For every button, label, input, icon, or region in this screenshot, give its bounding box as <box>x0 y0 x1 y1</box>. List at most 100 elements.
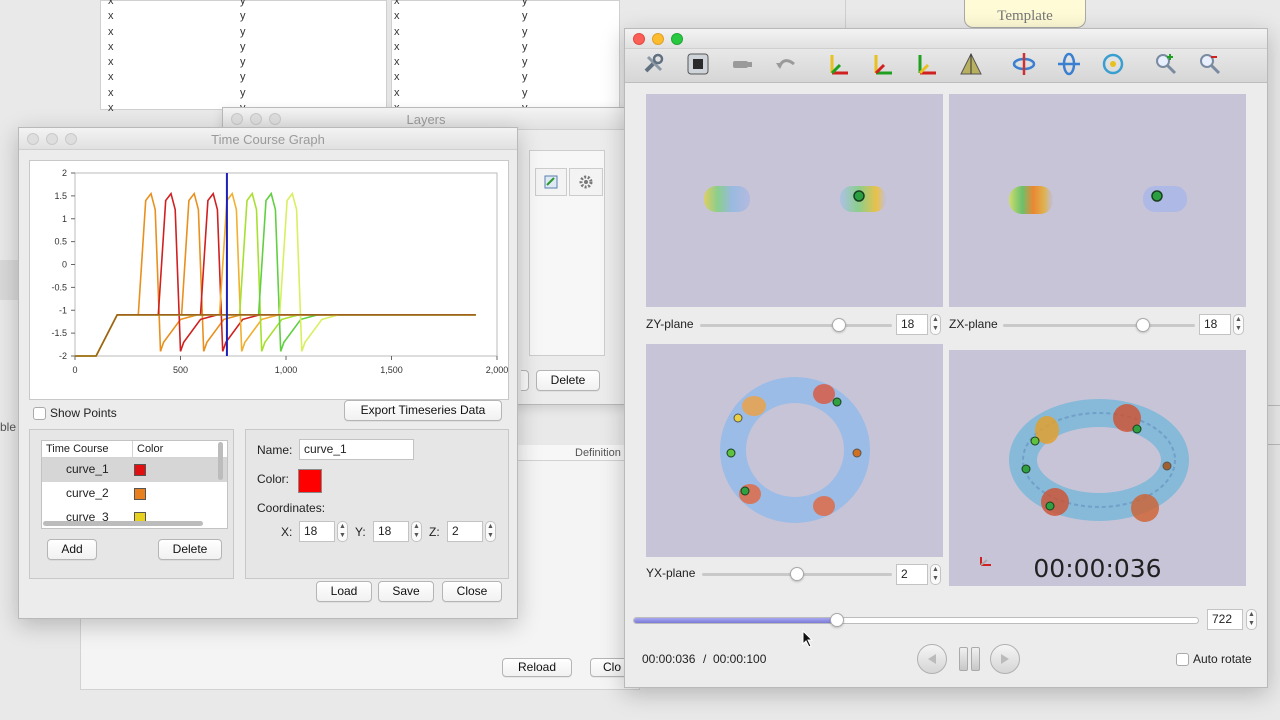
spreadsheet-divider <box>386 0 392 110</box>
show-points-checkbox[interactable] <box>33 407 46 420</box>
step-back-button[interactable] <box>917 644 947 674</box>
zx-plane-slider[interactable] <box>1003 324 1195 327</box>
zoom-light[interactable] <box>671 33 683 45</box>
spreadsheet-cell: y <box>240 10 246 23</box>
time-slider[interactable] <box>633 617 1199 624</box>
pause-bar <box>958 647 968 671</box>
y-tick-label: -1.5 <box>51 328 67 338</box>
left-strip <box>0 260 18 300</box>
spreadsheet-column-y: yyyyyyyy <box>522 0 528 116</box>
axis-yx-icon[interactable] <box>914 51 940 77</box>
y-coord-stepper[interactable]: ▲ ▼ <box>411 521 422 542</box>
spreadsheet-cell: x <box>394 25 400 38</box>
perspective-icon[interactable] <box>958 51 984 77</box>
load-button[interactable]: Load <box>316 581 372 602</box>
list-item[interactable]: curve_2 <box>42 482 227 506</box>
layers-edit-button[interactable] <box>535 168 567 196</box>
yx-plane-input[interactable]: 2 <box>896 564 928 585</box>
spreadsheet-cell: x <box>394 56 400 69</box>
spreadsheet-cell: y <box>522 10 528 23</box>
zy-plane-slider[interactable] <box>700 324 892 327</box>
spreadsheet-cell: y <box>240 40 246 53</box>
x-tick-label: 0 <box>72 365 77 375</box>
undo-icon[interactable] <box>773 51 799 77</box>
zx-plane-label: ZX-plane <box>949 317 998 331</box>
x-coord-stepper[interactable]: ▲ ▼ <box>337 521 348 542</box>
spreadsheet-cell: y <box>240 0 246 7</box>
rotate-y-icon[interactable] <box>1056 51 1082 77</box>
camera-icon[interactable] <box>729 51 755 77</box>
layers-delete-button[interactable]: Delete <box>536 370 600 391</box>
axis-zx-icon[interactable] <box>870 51 896 77</box>
right-strip <box>1268 405 1280 445</box>
step-forward-button[interactable] <box>990 644 1020 674</box>
spreadsheet-cell: y <box>240 86 246 99</box>
delete-curve-button[interactable]: Delete <box>158 539 222 560</box>
spreadsheet-column-y: yyyyyyyy <box>240 0 246 116</box>
axis-zy-icon[interactable] <box>826 51 852 77</box>
y-tick-label: -0.5 <box>51 282 67 292</box>
rotate-z-icon[interactable] <box>1100 51 1126 77</box>
stop-icon[interactable] <box>685 51 711 77</box>
pause-bar <box>970 647 980 671</box>
add-curve-button[interactable]: Add <box>47 539 97 560</box>
template-area <box>845 0 846 30</box>
spreadsheet-cell: x <box>394 86 400 99</box>
spreadsheet-cell: y <box>522 25 528 38</box>
z-coord-stepper[interactable]: ▲ ▼ <box>485 521 496 542</box>
auto-rotate-label: Auto rotate <box>1193 652 1252 666</box>
spreadsheet-cell: y <box>522 56 528 69</box>
zx-plane-slider-knob[interactable] <box>1136 318 1150 332</box>
template-block[interactable]: Template <box>964 0 1086 28</box>
zy-plane-stepper[interactable]: ▲ ▼ <box>930 314 941 335</box>
zy-plane-slider-knob[interactable] <box>832 318 846 332</box>
list-item[interactable]: curve_1 <box>42 458 227 482</box>
frame-stepper[interactable]: ▲ ▼ <box>1246 609 1257 630</box>
yx-plane-slider-knob[interactable] <box>790 567 804 581</box>
wrench-icon[interactable] <box>641 51 667 77</box>
pause-button[interactable] <box>956 646 982 672</box>
curve-color-well[interactable] <box>298 469 322 493</box>
y-tick-label: -1 <box>59 305 67 315</box>
x-coord-input[interactable]: 18 <box>299 521 335 542</box>
close-button[interactable]: Close <box>442 581 502 602</box>
tcg-title: Time Course Graph <box>211 132 325 147</box>
frame-input[interactable]: 722 <box>1207 609 1243 630</box>
minimize-light[interactable] <box>652 33 664 45</box>
plot-area <box>74 172 498 357</box>
3d-view[interactable]: 00:00:036 <box>949 350 1246 586</box>
export-timeseries-button[interactable]: Export Timeseries Data <box>344 400 502 421</box>
zy-plane-input[interactable]: 18 <box>896 314 928 335</box>
rotate-x-icon[interactable] <box>1011 51 1037 77</box>
curve-table-vscroll[interactable] <box>218 442 223 480</box>
z-coord-label: Z: <box>429 525 440 539</box>
time-slider-knob[interactable] <box>829 613 844 627</box>
save-button[interactable]: Save <box>378 581 434 602</box>
spreadsheet-cell: x <box>108 10 114 23</box>
spreadsheet-cell: x <box>394 71 400 84</box>
curve-name-input[interactable]: curve_1 <box>299 439 414 460</box>
y-coord-input[interactable]: 18 <box>373 521 409 542</box>
zoom-in-icon[interactable] <box>1153 51 1179 77</box>
spreadsheet-cell: x <box>108 0 114 7</box>
zx-plane-stepper[interactable]: ▲ ▼ <box>1233 314 1244 335</box>
auto-rotate-checkbox[interactable] <box>1176 653 1189 666</box>
spreadsheet-cell: y <box>240 56 246 69</box>
coordinates-label: Coordinates: <box>257 501 326 515</box>
zoom-out-icon[interactable] <box>1197 51 1223 77</box>
curve-table-hscroll[interactable] <box>43 521 203 526</box>
spreadsheet-cell: x <box>108 102 114 115</box>
layers-partial-button[interactable] <box>521 370 529 391</box>
yx-plane-stepper[interactable]: ▲ ▼ <box>930 564 941 585</box>
time-course-chart: 2 1.5 1 0.5 0 -0.5 -1 -1.5 -2 0 500 1,000 1,500 2,000 <box>51 168 508 375</box>
curve-name: curve_1 <box>66 462 109 476</box>
curve-table-header: Time Course Color <box>42 441 227 458</box>
close-light[interactable] <box>633 33 645 45</box>
layers-title: Layers <box>406 112 446 127</box>
reload-button[interactable]: Reload <box>502 658 572 677</box>
x-tick-label: 2,000 <box>486 365 508 375</box>
z-coord-input[interactable]: 2 <box>447 521 483 542</box>
layers-settings-button[interactable] <box>569 168 603 196</box>
zx-plane-input[interactable]: 18 <box>1199 314 1231 335</box>
y-coord-label: Y: <box>355 525 366 539</box>
